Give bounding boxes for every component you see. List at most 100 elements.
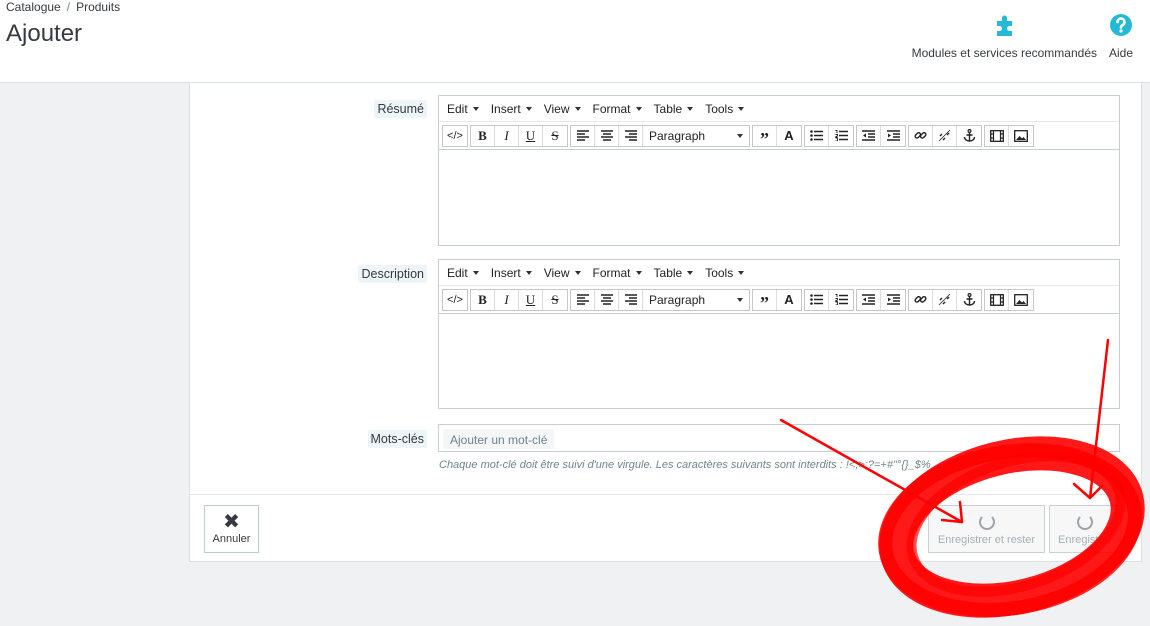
menu-tools[interactable]: Tools [699,102,750,116]
align-center-button[interactable] [595,289,619,310]
indent-button[interactable] [881,289,905,310]
indent-button[interactable] [881,125,905,146]
recommended-modules-label: Modules et services recommandés [911,46,1097,60]
menu-tools[interactable]: Tools [699,266,750,280]
image-button[interactable] [1009,125,1033,146]
outdent-button[interactable] [857,125,881,146]
anchor-button[interactable] [957,289,981,310]
numbered-list-button[interactable] [829,125,853,146]
cancel-button[interactable]: ✖ Annuler [204,505,259,553]
caret-down-icon [738,106,745,111]
strikethrough-button[interactable]: S [543,125,567,146]
numbered-list-icon [834,294,848,305]
blockquote-button[interactable]: ” [753,125,777,149]
help-label: Aide [1108,46,1134,60]
menu-insert[interactable]: Insert [485,102,538,116]
numbered-list-button[interactable] [829,289,853,310]
breadcrumb-catalogue[interactable]: Catalogue [6,0,61,14]
help-button[interactable]: Aide [1108,12,1134,60]
media-button[interactable] [985,289,1009,310]
caret-down-icon [525,106,532,111]
keywords-input[interactable]: Ajouter un mot-clé [438,424,1120,452]
link-button[interactable] [909,289,933,310]
bullet-list-button[interactable] [805,289,829,310]
source-code-button[interactable]: </> [443,289,467,310]
product-form-card: Résumé Edit Insert View Format Table Too… [189,83,1142,562]
outdent-icon [862,130,875,141]
italic-button[interactable]: I [495,289,519,310]
unlink-button[interactable] [933,125,957,146]
italic-button[interactable]: I [495,125,519,146]
image-icon [1014,129,1028,142]
save-label: Enregistrer [1058,534,1112,546]
anchor-button[interactable] [957,125,981,146]
image-button[interactable] [1009,289,1033,310]
align-left-button[interactable] [571,289,595,310]
help-icon [1110,14,1132,36]
menu-edit[interactable]: Edit [441,266,485,280]
indent-icon [886,130,900,141]
menu-table[interactable]: Table [648,266,700,280]
caret-down-icon [737,133,743,138]
caret-down-icon [574,270,581,275]
recommended-modules-button[interactable]: Modules et services recommandés [912,12,1097,60]
image-icon [1014,293,1028,306]
description-edit-area[interactable] [439,314,1119,408]
link-button[interactable] [909,125,933,146]
caret-down-icon [472,106,479,111]
menu-format[interactable]: Format [587,102,648,116]
summary-editor: Edit Insert View Format Table Tools </> … [438,95,1120,246]
editor-toolbar: </> B I U S Paragraph ” A [439,286,1119,314]
text-color-button[interactable]: A [777,125,801,146]
source-code-button[interactable]: </> [443,125,467,146]
blockquote-button[interactable]: ” [753,289,777,313]
caret-down-icon [635,270,642,275]
editor-menubar: Edit Insert View Format Table Tools [439,260,1119,286]
film-icon [989,293,1004,306]
keywords-help-text: Chaque mot-clé doit être suivi d'une vir… [439,459,931,471]
breadcrumb: Catalogue / Produits [6,0,120,14]
align-left-icon [576,130,589,141]
save-and-stay-button[interactable]: Enregistrer et rester [928,505,1045,553]
unlink-button[interactable] [933,289,957,310]
align-center-button[interactable] [595,125,619,146]
align-left-button[interactable] [571,125,595,146]
underline-button[interactable]: U [519,289,543,310]
caret-down-icon [635,106,642,111]
bullet-list-icon [810,294,823,305]
unlink-icon [938,129,951,142]
breadcrumb-products[interactable]: Produits [76,0,120,14]
bold-button[interactable]: B [471,125,495,146]
outdent-button[interactable] [857,289,881,310]
loading-spinner-icon [1077,514,1093,530]
caret-down-icon [525,270,532,275]
align-right-button[interactable] [619,125,643,146]
menu-format[interactable]: Format [587,266,648,280]
bullet-list-button[interactable] [805,125,829,146]
menu-view[interactable]: View [538,266,587,280]
anchor-icon [963,293,975,306]
format-select[interactable]: Paragraph [643,126,749,146]
summary-edit-area[interactable] [439,150,1119,245]
menu-view[interactable]: View [538,102,587,116]
underline-button[interactable]: U [519,125,543,146]
bullet-list-icon [810,130,823,141]
keywords-label: Mots-clés [367,430,427,448]
text-color-button[interactable]: A [777,289,801,310]
format-select[interactable]: Paragraph [643,290,749,310]
keywords-placeholder: Ajouter un mot-clé [443,429,555,449]
cancel-label: Annuler [212,533,251,545]
form-footer: ✖ Annuler Enregistrer et rester Enregist… [190,494,1141,562]
editor-toolbar: </> B I U S Paragraph ” A [439,122,1119,150]
menu-edit[interactable]: Edit [441,102,485,116]
caret-down-icon [738,270,745,275]
menu-table[interactable]: Table [648,102,700,116]
align-right-button[interactable] [619,289,643,310]
menu-insert[interactable]: Insert [485,266,538,280]
strikethrough-button[interactable]: S [543,289,567,310]
save-button[interactable]: Enregistrer [1049,505,1121,553]
page-header: Catalogue / Produits Ajouter Modules et se… [0,0,1150,83]
bold-button[interactable]: B [471,289,495,310]
puzzle-icon [997,15,1013,36]
media-button[interactable] [985,125,1009,146]
